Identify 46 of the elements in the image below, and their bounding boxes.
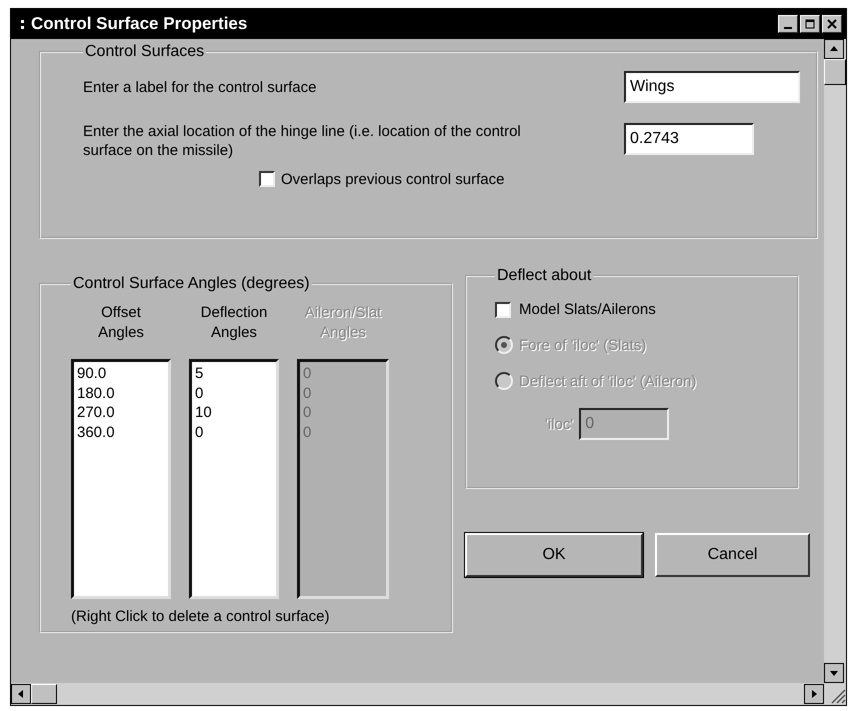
horizontal-scrollbar[interactable]	[11, 683, 846, 705]
vertical-scrollbar[interactable]	[824, 39, 846, 683]
scroll-left-icon[interactable]	[11, 684, 31, 704]
scroll-thumb[interactable]	[31, 684, 57, 704]
scroll-thumb[interactable]	[824, 59, 846, 85]
label-prompt: Enter a label for the control surface	[83, 78, 316, 96]
list-item[interactable]: 360.0	[77, 422, 165, 442]
group-title: Control Surface Angles (degrees)	[72, 275, 311, 293]
window-menu-icon[interactable]	[21, 18, 25, 30]
column-heading: Offset Angles	[98, 303, 144, 342]
scroll-right-icon[interactable]	[804, 684, 824, 704]
maximize-button[interactable]	[800, 15, 820, 33]
list-item[interactable]: 270.0	[77, 403, 165, 422]
group-title: Control Surfaces	[84, 43, 206, 61]
model-checkbox[interactable]	[495, 302, 511, 318]
list-item[interactable]: 5	[195, 364, 273, 384]
cancel-button[interactable]: Cancel	[655, 533, 810, 577]
minimize-button[interactable]	[778, 15, 798, 33]
column-heading: Aileron/Slat Angles	[304, 303, 382, 342]
overlaps-label: Overlaps previous control surface	[281, 170, 504, 188]
list-item[interactable]: 180.0	[77, 384, 165, 403]
group-title: Deflect about	[496, 267, 592, 285]
angle-list[interactable]: 5 0 10 0	[189, 359, 279, 599]
list-item[interactable]: 90.0	[77, 364, 165, 384]
window-title: Control Surface Properties	[31, 14, 248, 34]
hint-text: (Right Click to delete a control surface)	[71, 608, 330, 625]
scroll-up-icon[interactable]	[824, 39, 844, 59]
column-heading: Deflection Angles	[200, 303, 268, 342]
close-button[interactable]	[822, 15, 842, 33]
list-item[interactable]: 0	[195, 384, 273, 403]
list-item[interactable]: 10	[195, 403, 273, 422]
ok-button[interactable]: OK	[465, 533, 643, 577]
scroll-down-icon[interactable]	[824, 663, 844, 683]
radio-label: Deflect aft of 'iloc' (Aileron)	[519, 372, 696, 390]
angle-list[interactable]: 90.0 180.0 270.0 360.0	[71, 359, 171, 599]
hinge-location-field[interactable]: 0.2743	[624, 123, 754, 155]
model-label: Model Slats/Ailerons	[519, 301, 656, 318]
minimize-icon	[784, 27, 792, 29]
hinge-prompt: Enter the axial location of the hinge line (i.e. location of the control surface on the missile)	[83, 123, 522, 160]
list-item[interactable]: 0	[195, 422, 273, 442]
overlaps-checkbox[interactable]	[259, 171, 275, 187]
iloc-label: 'iloc'	[545, 416, 574, 432]
label-field[interactable]: Wings	[624, 71, 800, 103]
maximize-icon	[805, 19, 815, 29]
radio-label: Fore of 'iloc' (Slats)	[519, 336, 646, 354]
close-icon	[827, 19, 837, 29]
